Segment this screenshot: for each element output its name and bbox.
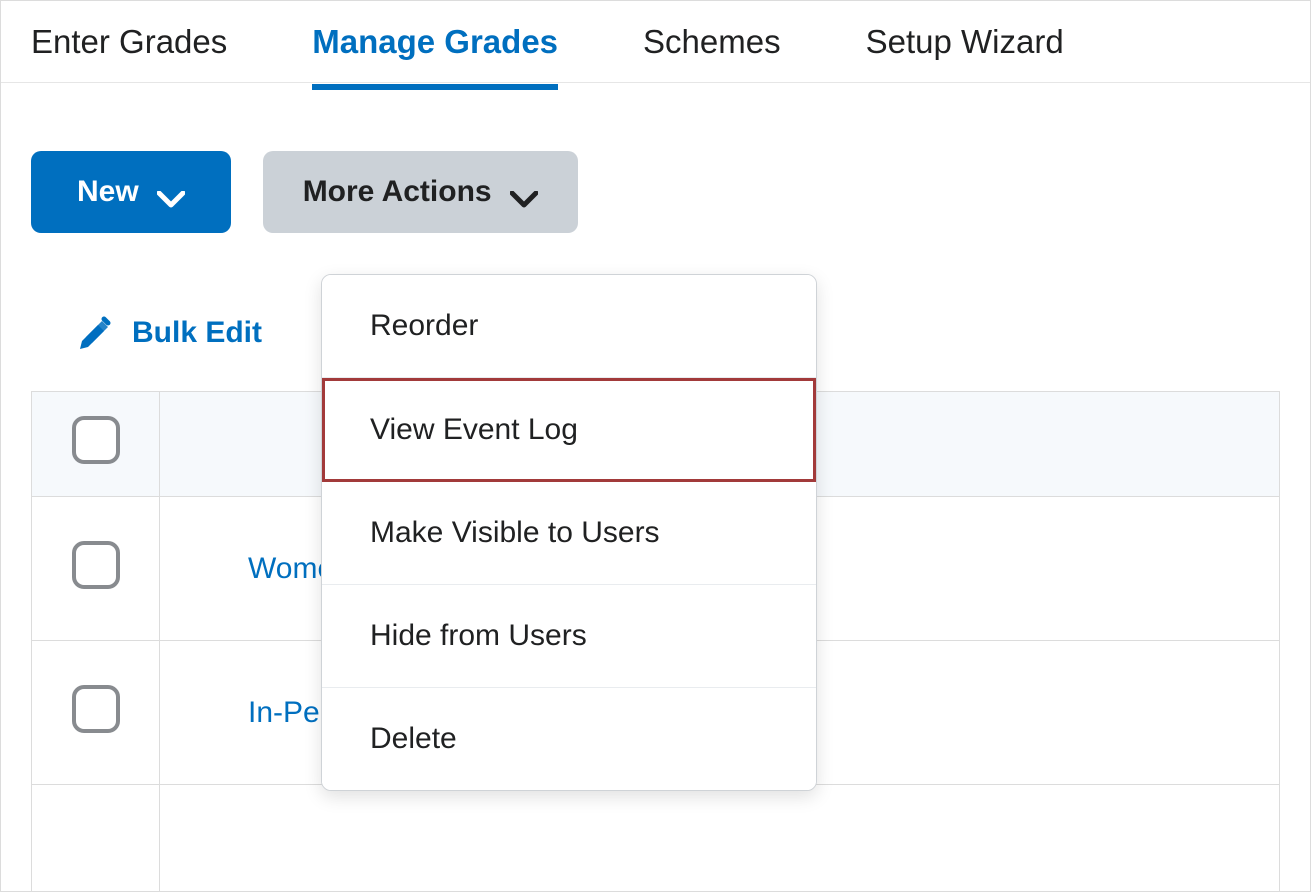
header-checkbox-cell bbox=[32, 392, 160, 497]
tab-enter-grades[interactable]: Enter Grades bbox=[31, 0, 227, 89]
dropdown-item-view-event-log[interactable]: View Event Log bbox=[322, 378, 816, 482]
row-checkbox-cell bbox=[32, 497, 160, 641]
select-all-checkbox[interactable] bbox=[72, 416, 120, 464]
dropdown-item-make-visible[interactable]: Make Visible to Users bbox=[322, 482, 816, 585]
more-actions-dropdown: Reorder View Event Log Make Visible to U… bbox=[321, 274, 817, 791]
tab-manage-grades[interactable]: Manage Grades bbox=[312, 0, 558, 89]
more-actions-button[interactable]: More Actions bbox=[263, 151, 578, 233]
app-container: Enter Grades Manage Grades Schemes Setup… bbox=[0, 0, 1311, 892]
chevron-down-icon bbox=[510, 183, 538, 201]
tab-schemes[interactable]: Schemes bbox=[643, 0, 781, 89]
more-actions-label: More Actions bbox=[303, 175, 492, 209]
tabs-bar: Enter Grades Manage Grades Schemes Setup… bbox=[1, 1, 1310, 83]
row-checkbox[interactable] bbox=[72, 685, 120, 733]
row-checkbox-cell bbox=[32, 641, 160, 785]
dropdown-item-hide-from-users[interactable]: Hide from Users bbox=[322, 585, 816, 688]
dropdown-item-delete[interactable]: Delete bbox=[322, 688, 816, 790]
row-item-cell bbox=[160, 785, 1280, 893]
table-row bbox=[32, 785, 1280, 893]
tab-setup-wizard[interactable]: Setup Wizard bbox=[866, 0, 1064, 89]
action-bar: New More Actions bbox=[1, 83, 1310, 233]
pencil-icon bbox=[76, 315, 112, 351]
new-button-label: New bbox=[77, 175, 139, 209]
chevron-down-icon bbox=[157, 183, 185, 201]
dropdown-item-reorder[interactable]: Reorder bbox=[322, 275, 816, 378]
row-checkbox[interactable] bbox=[72, 541, 120, 589]
row-checkbox-cell bbox=[32, 785, 160, 893]
new-button[interactable]: New bbox=[31, 151, 231, 233]
bulk-edit-label: Bulk Edit bbox=[132, 316, 262, 350]
